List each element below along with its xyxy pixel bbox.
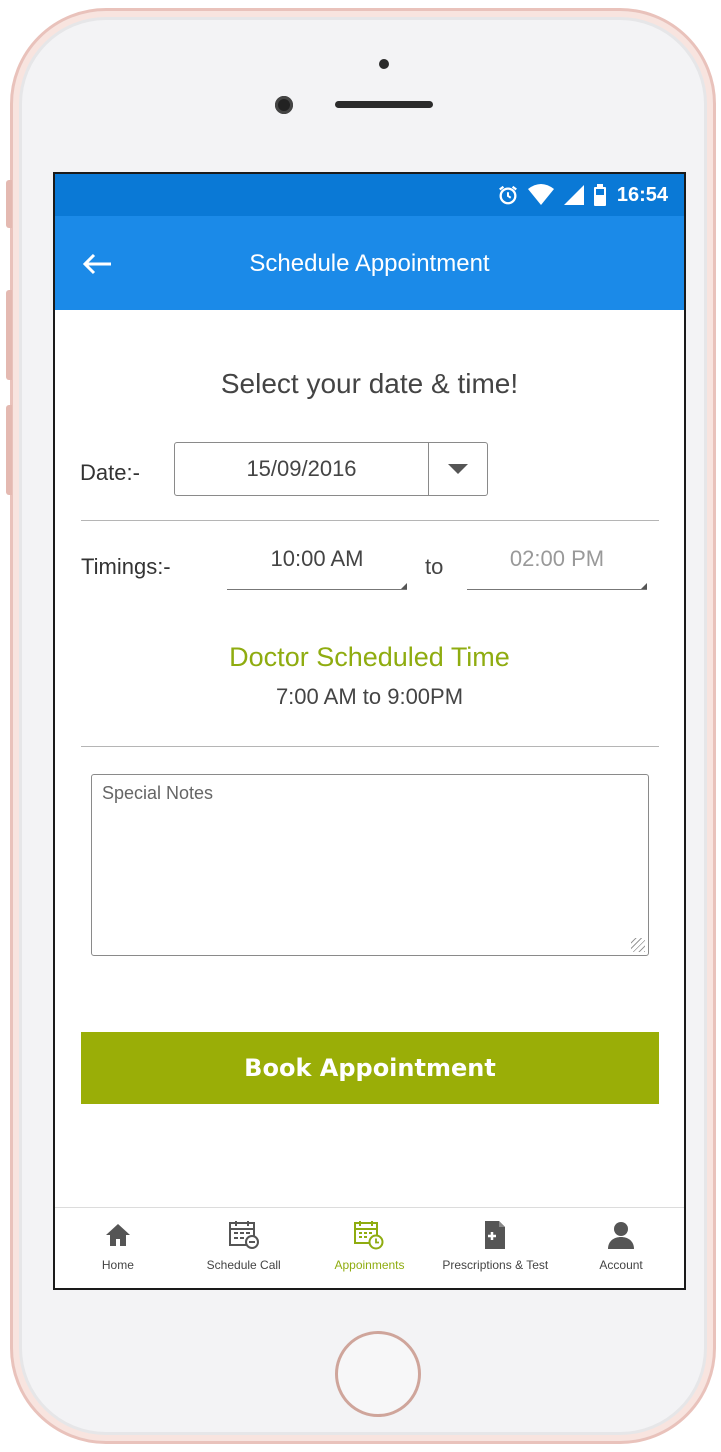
nav-item-appointments[interactable]: Appoinments (307, 1208, 433, 1288)
nav-label: Prescriptions & Test (442, 1258, 549, 1272)
page-title: Schedule Appointment (249, 250, 490, 277)
doctor-scheduled-title: Doctor Scheduled Time (229, 642, 510, 672)
nav-label: Appoinments (334, 1258, 405, 1272)
end-time-field[interactable]: 02:00 PM (467, 546, 647, 590)
front-camera (275, 96, 293, 114)
signal-icon (563, 184, 585, 206)
appointment-form: Select your date & time! Date:- 15/09/20… (55, 310, 684, 1210)
nav-item-prescriptions[interactable]: Prescriptions & Test (432, 1208, 558, 1288)
prescription-icon (483, 1218, 507, 1252)
special-notes-placeholder: Special Notes (102, 783, 214, 803)
nav-item-home[interactable]: Home (55, 1208, 181, 1288)
doctor-scheduled-time: 7:00 AM to 9:00PM (275, 684, 464, 709)
date-value: 15/09/2016 (246, 456, 357, 481)
home-icon (104, 1218, 132, 1252)
to-label: to (425, 554, 444, 579)
date-label: Date:- (80, 460, 140, 485)
resize-handle[interactable] (631, 938, 645, 952)
special-notes-textarea[interactable]: Special Notes (91, 774, 649, 956)
date-dropdown[interactable]: 15/09/2016 (174, 442, 488, 496)
start-time-field[interactable]: 10:00 AM (227, 546, 407, 590)
dropdown-caret[interactable] (428, 443, 487, 495)
account-icon (606, 1218, 636, 1252)
divider (81, 520, 659, 521)
divider (81, 746, 659, 747)
mute-switch[interactable] (6, 180, 12, 228)
wifi-icon (527, 184, 555, 206)
nav-item-account[interactable]: Account (558, 1208, 684, 1288)
app-bar: Schedule Appointment (55, 216, 684, 310)
nav-label: Schedule Call (206, 1258, 281, 1272)
nav-label: Account (599, 1258, 643, 1272)
timings-label: Timings:- (81, 554, 171, 579)
book-appointment-button[interactable]: Book Appointment (81, 1032, 659, 1104)
status-bar: 16:54 (55, 174, 684, 216)
chevron-down-icon (448, 464, 468, 474)
bottom-nav: Home Schedule Call Appoinments Prescript… (55, 1207, 684, 1288)
proximity-sensor (379, 59, 389, 69)
app-screen: 16:54 Schedule Appointment Select your d… (53, 172, 686, 1290)
volume-down-button[interactable] (6, 405, 12, 495)
schedule-call-icon (228, 1218, 260, 1252)
status-time: 16:54 (616, 183, 668, 206)
nav-label: Home (101, 1258, 134, 1272)
volume-up-button[interactable] (6, 290, 12, 380)
battery-icon (593, 184, 607, 206)
earpiece-speaker (335, 101, 433, 108)
calendar-clock-icon (353, 1218, 385, 1252)
alarm-icon (497, 184, 519, 206)
nav-item-schedule-call[interactable]: Schedule Call (181, 1208, 307, 1288)
home-hardware-button[interactable] (335, 1331, 421, 1417)
form-heading: Select your date & time! (220, 368, 519, 399)
